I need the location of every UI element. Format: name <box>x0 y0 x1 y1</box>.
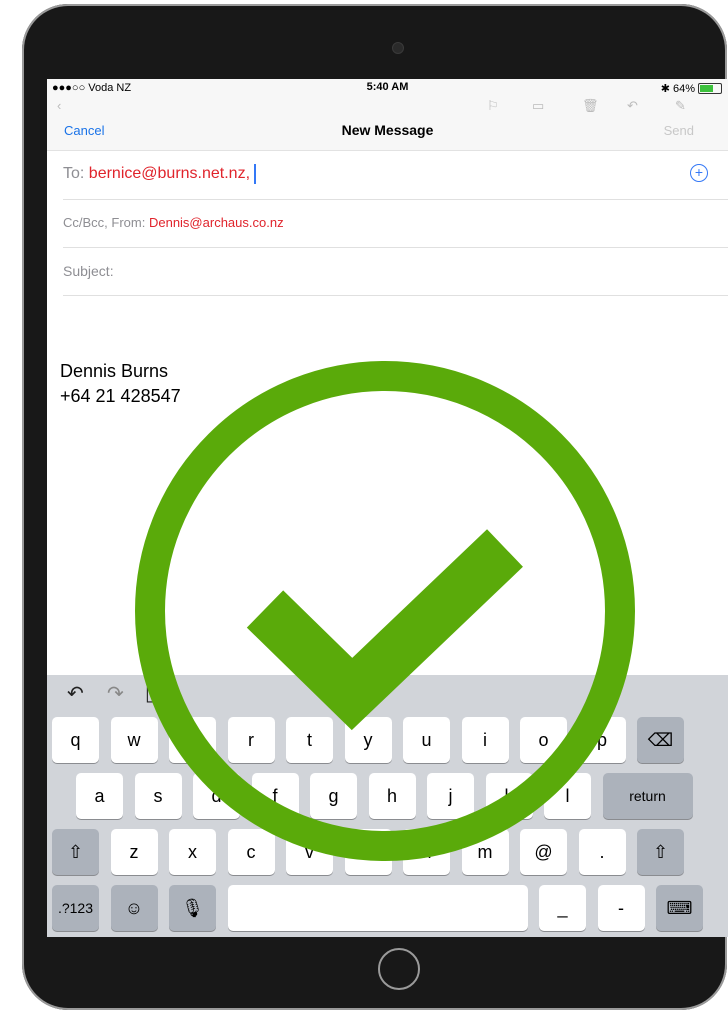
screen: ●●●○○ Voda NZ 5:40 AM ✱ 64% ‹ ⚐ ▭ 🗑 ↶ ✎ … <box>47 79 728 937</box>
key-r[interactable]: r <box>227 717 275 763</box>
key-s[interactable]: s <box>134 773 182 819</box>
keyboard: ↶ ↷ ▯ q w e r t y u i o p ⌫ a s d f g h j k l return ⇧ z x c v b n m… <box>47 675 728 937</box>
backspace-icon[interactable]: ⌫ <box>637 717 684 763</box>
key-q[interactable]: q <box>52 717 99 763</box>
key-m[interactable]: m <box>461 829 509 875</box>
key-z[interactable]: z <box>110 829 158 875</box>
key-w[interactable]: w <box>110 717 158 763</box>
shift-icon[interactable]: ⇧ <box>637 829 684 875</box>
to-label: To: <box>63 165 85 182</box>
status-right: ✱ 64% <box>661 82 722 95</box>
home-button[interactable] <box>378 948 420 990</box>
key-k[interactable]: k <box>485 773 533 819</box>
back-chevron-icon: ‹ <box>57 98 62 113</box>
key-underscore[interactable]: _ <box>539 885 586 931</box>
space-bar[interactable] <box>227 885 528 931</box>
signature-phone: +64 21 428547 <box>60 386 181 406</box>
battery-percent: 64% <box>672 82 695 95</box>
key-i[interactable]: i <box>461 717 509 763</box>
key-@[interactable]: @ <box>520 829 567 875</box>
key-d[interactable]: d <box>193 773 240 819</box>
compose-sheet: Cancel New Message Send To: bernice@burn… <box>47 112 728 937</box>
key-l[interactable]: l <box>544 773 591 819</box>
numbers-key[interactable]: .?123 <box>52 885 99 931</box>
keyboard-toolbar: ↶ ↷ ▯ <box>47 675 728 711</box>
battery-icon <box>698 83 722 94</box>
key-v[interactable]: v <box>286 829 333 875</box>
microphone-icon[interactable]: 🎙 <box>169 885 216 931</box>
return-key[interactable]: return <box>602 773 693 819</box>
key-t[interactable]: t <box>286 717 333 763</box>
page-title: New Message <box>341 122 434 138</box>
paste-icon[interactable]: ▯ <box>145 681 156 706</box>
key-e[interactable]: e <box>169 717 216 763</box>
text-cursor <box>254 163 257 184</box>
subject-field[interactable]: Subject: <box>63 247 728 296</box>
send-button[interactable]: Send <box>664 123 694 138</box>
signature-name: Dennis Burns <box>60 361 169 381</box>
key-u[interactable]: u <box>403 717 450 763</box>
key-h[interactable]: h <box>368 773 416 819</box>
key-o[interactable]: o <box>520 717 567 763</box>
key-n[interactable]: n <box>403 829 450 875</box>
bluetooth-icon: ✱ <box>660 83 670 95</box>
from-address[interactable]: Dennis@archaus.co.nz <box>149 215 284 230</box>
status-time: 5:40 AM <box>366 81 409 93</box>
key-p[interactable]: p <box>578 717 626 763</box>
key-g[interactable]: g <box>310 773 357 819</box>
key-c[interactable]: c <box>227 829 275 875</box>
message-body[interactable]: Dennis Burns +64 21 428547 <box>60 359 181 409</box>
to-recipient[interactable]: bernice@burns.net.nz, <box>89 165 250 182</box>
cc-from-field[interactable]: Cc/Bcc, From: Dennis@archaus.co.nz <box>63 199 728 248</box>
subject-label: Subject: <box>63 263 114 279</box>
key-x[interactable]: x <box>169 829 216 875</box>
shift-icon[interactable]: ⇧ <box>52 829 99 875</box>
cc-label: Cc/Bcc, From: <box>63 215 146 230</box>
front-camera <box>392 42 404 54</box>
compose-navbar: Cancel New Message Send <box>47 112 728 151</box>
status-bar: ●●●○○ Voda NZ 5:40 AM ✱ 64% <box>47 79 728 96</box>
key-j[interactable]: j <box>427 773 474 819</box>
keyboard-hide-icon[interactable]: ⌨ <box>656 885 703 931</box>
emoji-icon[interactable]: ☺ <box>110 885 158 931</box>
key-y[interactable]: y <box>344 717 392 763</box>
redo-icon[interactable]: ↷ <box>107 681 124 706</box>
key-a[interactable]: a <box>76 773 123 819</box>
undo-icon[interactable]: ↶ <box>67 681 84 706</box>
key-b[interactable]: b <box>344 829 392 875</box>
key-dash[interactable]: - <box>597 885 645 931</box>
key-f[interactable]: f <box>251 773 299 819</box>
to-field[interactable]: To: bernice@burns.net.nz, + <box>63 150 728 200</box>
key-.[interactable]: . <box>578 829 626 875</box>
add-contact-icon[interactable]: + <box>690 164 708 182</box>
